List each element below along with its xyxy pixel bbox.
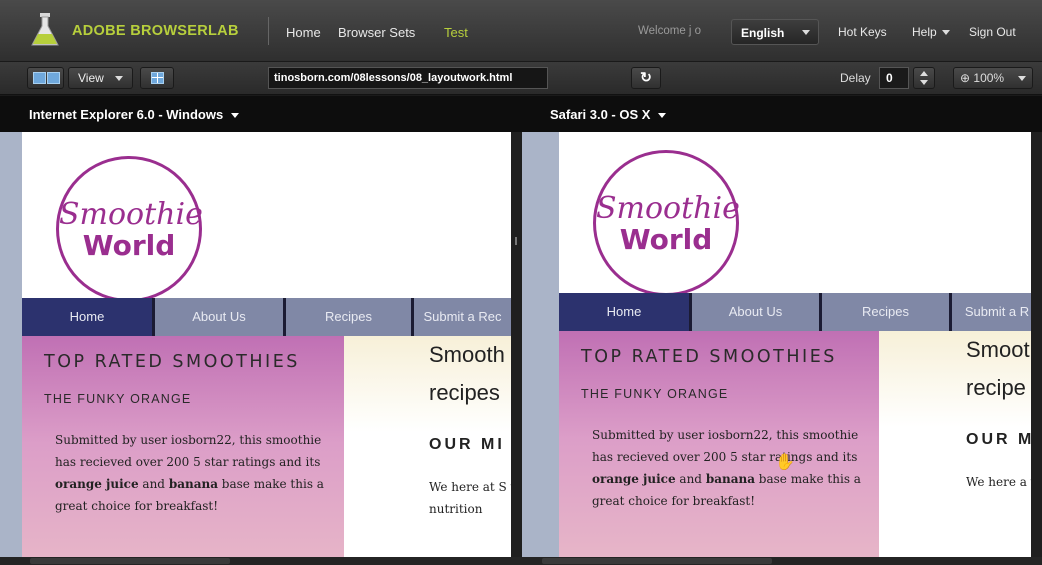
- language-value: English: [741, 26, 785, 40]
- mission-heading: OUR MI: [429, 436, 505, 453]
- mission-text: We here at S your life. Wh the nutrition: [429, 480, 511, 516]
- chevron-down-icon: [1018, 76, 1026, 81]
- site-nav-about[interactable]: About Us: [692, 293, 822, 331]
- welcome-text: Welcome j o: [638, 25, 702, 37]
- refresh-icon: ↻: [640, 69, 652, 85]
- main-heading-line1: Smoot: [966, 337, 1030, 362]
- pane-icon: [47, 72, 60, 84]
- scroll-thumb[interactable]: [542, 558, 772, 564]
- smoothie-world-logo: Smoothie World: [593, 150, 740, 296]
- main-heading-line2: recipe: [966, 375, 1026, 400]
- delay-label: Delay: [840, 71, 871, 85]
- help-menu[interactable]: Help: [912, 25, 950, 39]
- section-heading: TOP RATED SMOOTHIES: [581, 347, 837, 367]
- logo-text-top: Smoothie: [596, 191, 740, 226]
- section-heading: TOP RATED SMOOTHIES: [44, 352, 300, 372]
- smoothie-description: Submitted by user iosborn22, this smooth…: [55, 433, 324, 513]
- chevron-down-icon: [231, 113, 240, 119]
- smoothie-world-logo: Smoothie World: [56, 156, 203, 302]
- top-rated-panel: TOP RATED SMOOTHIES THE FUNKY ORANGE Sub…: [22, 336, 344, 557]
- site-nav: Home About Us Recipes Submit a R: [559, 293, 1042, 331]
- nav-divider: [268, 17, 269, 45]
- nav-test-link[interactable]: Test: [444, 25, 468, 40]
- page-screenshot: Smoothie World Home About Us Recipes Sub…: [559, 132, 1042, 557]
- main-content-panel: Smooth recipes OUR MI We here at S your …: [344, 336, 511, 557]
- site-nav: Home About Us Recipes Submit a Rec: [22, 298, 511, 336]
- chevron-down-icon: [658, 113, 667, 119]
- site-nav-home[interactable]: Home: [559, 293, 692, 331]
- grid-icon: [151, 72, 164, 84]
- sign-out-link[interactable]: Sign Out: [969, 25, 1016, 39]
- smoothie-name: THE FUNKY ORANGE: [581, 387, 729, 401]
- browser-frame-left: Smoothie World Home About Us Recipes Sub…: [0, 132, 522, 557]
- smoothie-name: THE FUNKY ORANGE: [44, 392, 192, 406]
- browser-name: Safari 3.0 - OS X: [550, 107, 651, 122]
- mission-heading: OUR M: [966, 431, 1035, 448]
- delay-input[interactable]: 0: [879, 67, 909, 89]
- horizontal-scrollbar-right[interactable]: [522, 557, 1042, 565]
- horizontal-scrollbar-left[interactable]: [0, 557, 522, 565]
- site-nav-home[interactable]: Home: [22, 298, 155, 336]
- pane-icon: [33, 72, 46, 84]
- top-rated-panel: TOP RATED SMOOTHIES THE FUNKY ORANGE Sub…: [559, 331, 879, 557]
- browser-name: Internet Explorer 6.0 - Windows: [29, 107, 224, 122]
- main-content-panel: Smoot recipe OUR M We here a your life. …: [879, 331, 1042, 557]
- chevron-down-icon: [941, 30, 950, 36]
- browser-select-right[interactable]: Safari 3.0 - OS X: [522, 96, 1042, 132]
- scroll-thumb[interactable]: [30, 558, 230, 564]
- two-up-layout-button[interactable]: [27, 67, 64, 89]
- zoom-value: 100%: [973, 71, 1005, 85]
- zoom-select[interactable]: ⊕ 100%: [953, 67, 1033, 89]
- zoom-icon: ⊕: [960, 71, 971, 85]
- site-nav-recipes[interactable]: Recipes: [822, 293, 952, 331]
- grid-overlay-button[interactable]: [140, 67, 174, 89]
- chevron-down-icon: [115, 76, 123, 81]
- help-label: Help: [912, 25, 937, 39]
- site-nav-recipes[interactable]: Recipes: [286, 298, 414, 336]
- page-screenshot: Smoothie World Home About Us Recipes Sub…: [22, 132, 511, 557]
- view-menu-button[interactable]: View: [68, 67, 133, 89]
- chevron-down-icon: [920, 80, 928, 85]
- top-bar: ADOBE BROWSERLAB Home Browser Sets Test …: [0, 0, 1042, 62]
- hand-cursor-icon: ✋: [775, 454, 795, 471]
- main-heading-line2: recipes: [429, 380, 500, 405]
- main-heading-line1: Smooth: [429, 342, 505, 367]
- site-nav-about[interactable]: About Us: [155, 298, 286, 336]
- logo-text-bottom: World: [82, 229, 176, 262]
- browser-select-left[interactable]: Internet Explorer 6.0 - Windows: [0, 96, 522, 132]
- chevron-up-icon: [920, 71, 928, 76]
- vertical-scrollbar[interactable]: [1031, 132, 1042, 557]
- view-label: View: [78, 71, 104, 85]
- browser-frame-right: Smoothie World Home About Us Recipes Sub…: [522, 132, 1042, 557]
- vertical-scrollbar[interactable]: [511, 132, 522, 557]
- hotkeys-link[interactable]: Hot Keys: [838, 25, 887, 39]
- flask-logo-icon: [31, 13, 59, 46]
- app-brand: ADOBE BROWSERLAB: [72, 23, 239, 39]
- smoothie-description: Submitted by user iosborn22, this smooth…: [592, 428, 861, 508]
- site-nav-submit[interactable]: Submit a R: [952, 293, 1042, 331]
- nav-home-link[interactable]: Home: [286, 25, 321, 40]
- refresh-button[interactable]: ↻: [631, 67, 661, 89]
- logo-text-top: Smoothie: [59, 197, 203, 232]
- chevron-down-icon: [802, 30, 810, 35]
- logo-text-bottom: World: [619, 223, 713, 256]
- language-select[interactable]: English: [731, 19, 819, 45]
- delay-stepper[interactable]: [913, 67, 935, 89]
- site-nav-submit[interactable]: Submit a Rec: [414, 298, 511, 336]
- nav-browser-sets-link[interactable]: Browser Sets: [338, 25, 415, 40]
- url-input[interactable]: tinosborn.com/08lessons/08_layoutwork.ht…: [268, 67, 548, 89]
